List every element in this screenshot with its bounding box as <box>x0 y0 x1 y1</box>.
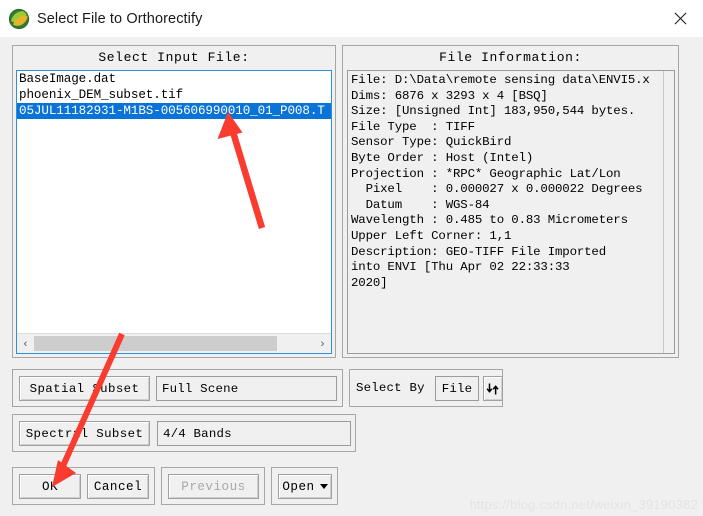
file-information-panel: File Information: File: D:\Data\remote s… <box>342 45 679 358</box>
scrollbar-thumb[interactable] <box>34 335 277 351</box>
select-input-file-panel: Select Input File: BaseImage.dat phoenix_… <box>12 45 336 358</box>
select-by-label: Select By <box>356 381 425 395</box>
scroll-right-icon[interactable]: › <box>314 335 331 353</box>
panels-row: Select Input File: BaseImage.dat phoenix_… <box>12 45 691 358</box>
select-by-value: File <box>435 376 479 401</box>
scroll-left-icon[interactable]: ‹ <box>17 335 34 353</box>
spectral-subset-value: 4/4 Bands <box>157 421 351 446</box>
spatial-subset-value: Full Scene <box>156 376 337 401</box>
file-info-line: Sensor Type: QuickBird <box>351 135 512 150</box>
file-list-horizontal-scrollbar[interactable]: ‹ › <box>17 333 331 353</box>
window-title: Select File to Orthorectify <box>37 10 203 27</box>
file-information-text: File: D:\Data\remote sensing data\ENVI5.… <box>348 71 664 353</box>
open-group: Open <box>271 467 338 505</box>
envi-leaf-icon <box>8 8 30 30</box>
select-input-file-title: Select Input File: <box>98 50 250 65</box>
watermark-text: https://blog.csdn.net/weixin_39190382 <box>469 497 698 512</box>
spatial-subset-button[interactable]: Spatial Subset <box>19 376 150 401</box>
close-icon[interactable] <box>657 0 703 37</box>
previous-button: Previous <box>168 474 259 499</box>
file-info-line: Byte Order : Host (Intel) <box>351 150 534 165</box>
file-info-line: Upper Left Corner: 1,1 <box>351 228 512 243</box>
down-up-arrows-icon[interactable] <box>483 376 503 401</box>
file-info-line: File Type : TIFF <box>351 119 475 134</box>
window-titlebar: Select File to Orthorectify <box>0 0 703 38</box>
file-list-item[interactable]: BaseImage.dat <box>17 71 331 87</box>
open-button[interactable]: Open <box>278 474 332 499</box>
cancel-button[interactable]: Cancel <box>87 474 149 499</box>
file-info-line: Datum : WGS-84 <box>351 197 490 212</box>
file-info-line: Projection : *RPC* Geographic Lat/Lon <box>351 166 621 181</box>
spectral-subset-button[interactable]: Spectral Subset <box>19 421 150 446</box>
open-button-label: Open <box>282 479 315 494</box>
file-info-line: Description: GEO-TIFF File Imported <box>351 244 606 259</box>
ok-cancel-group: OK Cancel <box>12 467 155 505</box>
dialog-body: Select Input File: BaseImage.dat phoenix_… <box>0 37 703 516</box>
file-info-line: into ENVI [Thu Apr 02 22:33:33 <box>351 260 570 275</box>
file-info-line: Size: [Unsigned Int] 183,950,544 bytes. <box>351 104 636 119</box>
file-information-vertical-scrollbar[interactable] <box>663 71 674 353</box>
ok-button[interactable]: OK <box>19 474 81 499</box>
file-list-item[interactable]: phoenix_DEM_subset.tif <box>17 87 331 103</box>
file-list[interactable]: BaseImage.dat phoenix_DEM_subset.tif 05JUL… <box>17 71 331 334</box>
file-list-container[interactable]: BaseImage.dat phoenix_DEM_subset.tif 05JUL… <box>16 70 332 354</box>
file-info-line: File: D:\Data\remote sensing data\ENVI5.… <box>351 73 650 87</box>
file-list-item-selected[interactable]: 05JUL11182931-M1BS-005606990010_01_P008.… <box>17 103 331 119</box>
file-info-line: Wavelength : 0.485 to 0.83 Micrometers <box>351 213 628 228</box>
file-info-line: 2020] <box>351 275 388 290</box>
spatial-subset-group: Spatial Subset Full Scene <box>12 369 343 407</box>
scrollbar-track[interactable] <box>34 334 314 353</box>
file-info-line: Dims: 6876 x 3293 x 4 [BSQ] <box>351 88 548 103</box>
file-information-box: File: D:\Data\remote sensing data\ENVI5.… <box>347 70 675 354</box>
select-by-group: Select By File <box>349 369 503 407</box>
file-information-title: File Information: <box>439 50 582 65</box>
chevron-down-icon <box>319 484 328 489</box>
previous-group: Previous <box>161 467 265 505</box>
spectral-subset-group: Spectral Subset 4/4 Bands <box>12 414 356 452</box>
file-info-line: Pixel : 0.000027 x 0.000022 Degrees <box>351 182 643 197</box>
